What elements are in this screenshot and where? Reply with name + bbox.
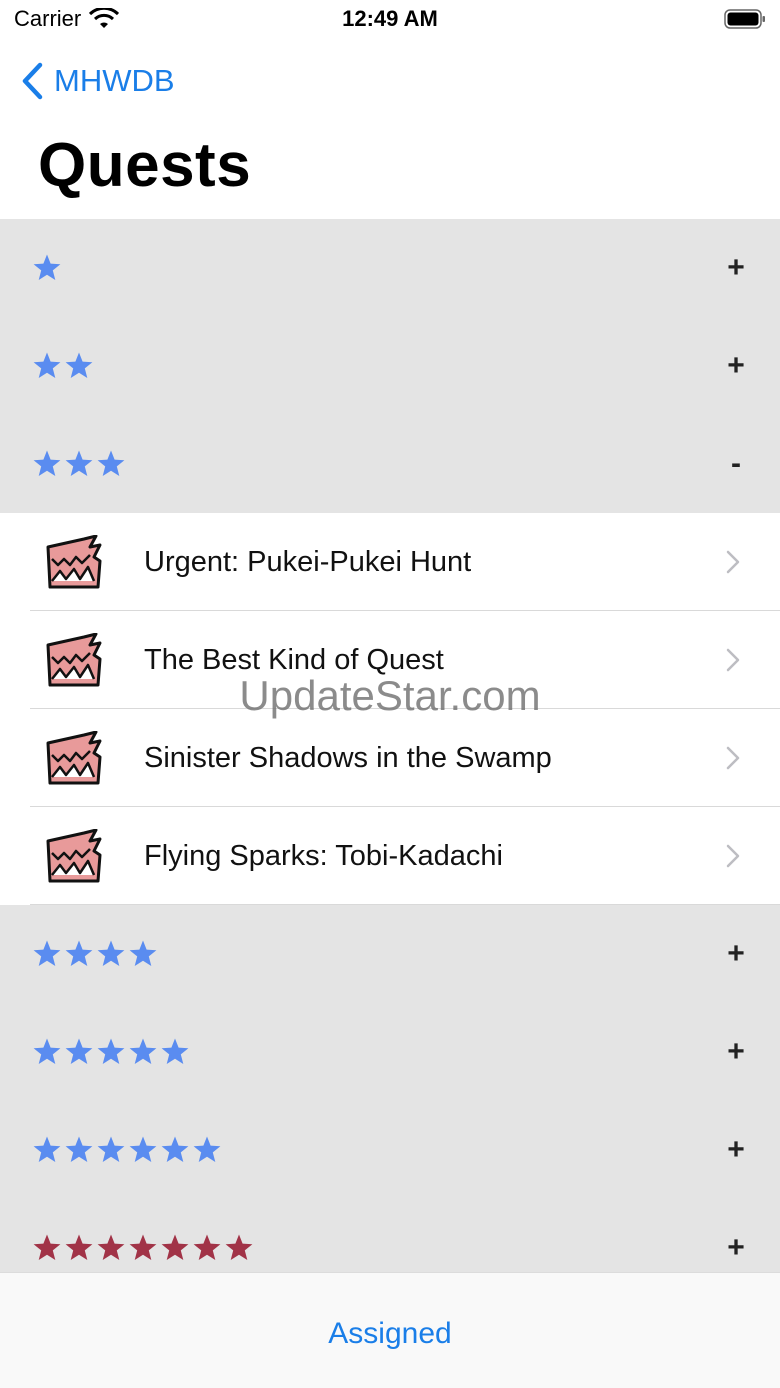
star-icon [161, 1136, 189, 1162]
row-divider [30, 904, 780, 905]
quest-row[interactable]: Urgent: Pukei-Pukei Hunt [0, 513, 780, 611]
rank-section-header[interactable]: + [0, 905, 780, 1003]
star-icon [65, 450, 93, 476]
back-button[interactable]: MHWDB [20, 56, 175, 106]
quest-title: Urgent: Pukei-Pukei Hunt [144, 545, 472, 578]
status-time: 12:49 AM [342, 6, 438, 31]
monster-jaw-icon [46, 535, 102, 589]
rank-section-header[interactable]: + [0, 1199, 780, 1272]
star-icon [97, 450, 125, 476]
star-icon [225, 1234, 253, 1260]
rank-section-header[interactable]: + [0, 219, 780, 317]
quest-title: Sinister Shadows in the Swamp [144, 741, 552, 774]
rank-stars [32, 939, 158, 969]
star-icon [193, 1136, 221, 1162]
rank-section-header[interactable]: + [0, 317, 780, 415]
rank-section-header[interactable]: - [0, 415, 780, 513]
star-icon [65, 1038, 93, 1064]
star-icon [65, 1234, 93, 1260]
rank-stars [32, 253, 62, 283]
monster-jaw-icon [46, 731, 102, 785]
chevron-right-icon [726, 648, 740, 672]
star-icon [65, 940, 93, 966]
expand-toggle: + [727, 937, 745, 970]
chevron-left-icon [22, 62, 43, 100]
back-button-label: MHWDB [54, 63, 175, 98]
chevron-right-icon [726, 550, 740, 574]
star-icon [97, 1038, 125, 1064]
star-icon [33, 1234, 61, 1260]
quest-list: Urgent: Pukei-Pukei Hunt The Best Kind of… [0, 513, 780, 905]
rank-stars [32, 1037, 190, 1067]
star-icon [129, 1234, 157, 1260]
rank-stars [32, 351, 94, 381]
quest-row[interactable]: Flying Sparks: Tobi-Kadachi [0, 807, 780, 905]
star-icon [33, 1038, 61, 1064]
rank-stars [32, 449, 126, 479]
expand-toggle: + [727, 349, 745, 382]
star-icon [129, 1136, 157, 1162]
star-icon [193, 1234, 221, 1260]
star-icon [33, 254, 61, 280]
expand-toggle: + [727, 1035, 745, 1068]
quest-row[interactable]: Sinister Shadows in the Swamp [0, 709, 780, 807]
expand-toggle: + [727, 1133, 745, 1166]
monster-jaw-icon [46, 633, 102, 687]
star-icon [129, 1038, 157, 1064]
star-icon [161, 1234, 189, 1260]
star-icon [33, 940, 61, 966]
quest-rank-list: + + - Urgent: Pukei-Pukei Hunt The Best Kind… [0, 219, 780, 1272]
star-icon [97, 940, 125, 966]
battery-icon [724, 9, 765, 29]
expand-toggle: + [727, 251, 745, 284]
star-icon [65, 1136, 93, 1162]
star-icon [97, 1234, 125, 1260]
quest-title: The Best Kind of Quest [144, 643, 444, 676]
page-title: Quests [38, 131, 252, 200]
star-icon [33, 352, 61, 378]
assigned-button[interactable]: Assigned [0, 1317, 780, 1351]
rank-section-header[interactable]: + [0, 1003, 780, 1101]
star-icon [97, 1136, 125, 1162]
star-icon [65, 352, 93, 378]
quest-row[interactable]: The Best Kind of Quest [0, 611, 780, 709]
star-icon [161, 1038, 189, 1064]
bottom-toolbar: Assigned [0, 1272, 780, 1388]
star-icon [129, 940, 157, 966]
rank-stars [32, 1135, 222, 1165]
star-icon [33, 1136, 61, 1162]
star-icon [33, 450, 61, 476]
rank-section-header[interactable]: + [0, 1101, 780, 1199]
chevron-right-icon [726, 844, 740, 868]
quest-title: Flying Sparks: Tobi-Kadachi [144, 839, 503, 872]
status-bar: Carrier 12:49 AM [0, 0, 780, 44]
rank-stars [32, 1233, 254, 1263]
collapse-toggle: - [731, 447, 741, 480]
monster-jaw-icon [46, 829, 102, 883]
chevron-right-icon [726, 746, 740, 770]
expand-toggle: + [727, 1231, 745, 1264]
